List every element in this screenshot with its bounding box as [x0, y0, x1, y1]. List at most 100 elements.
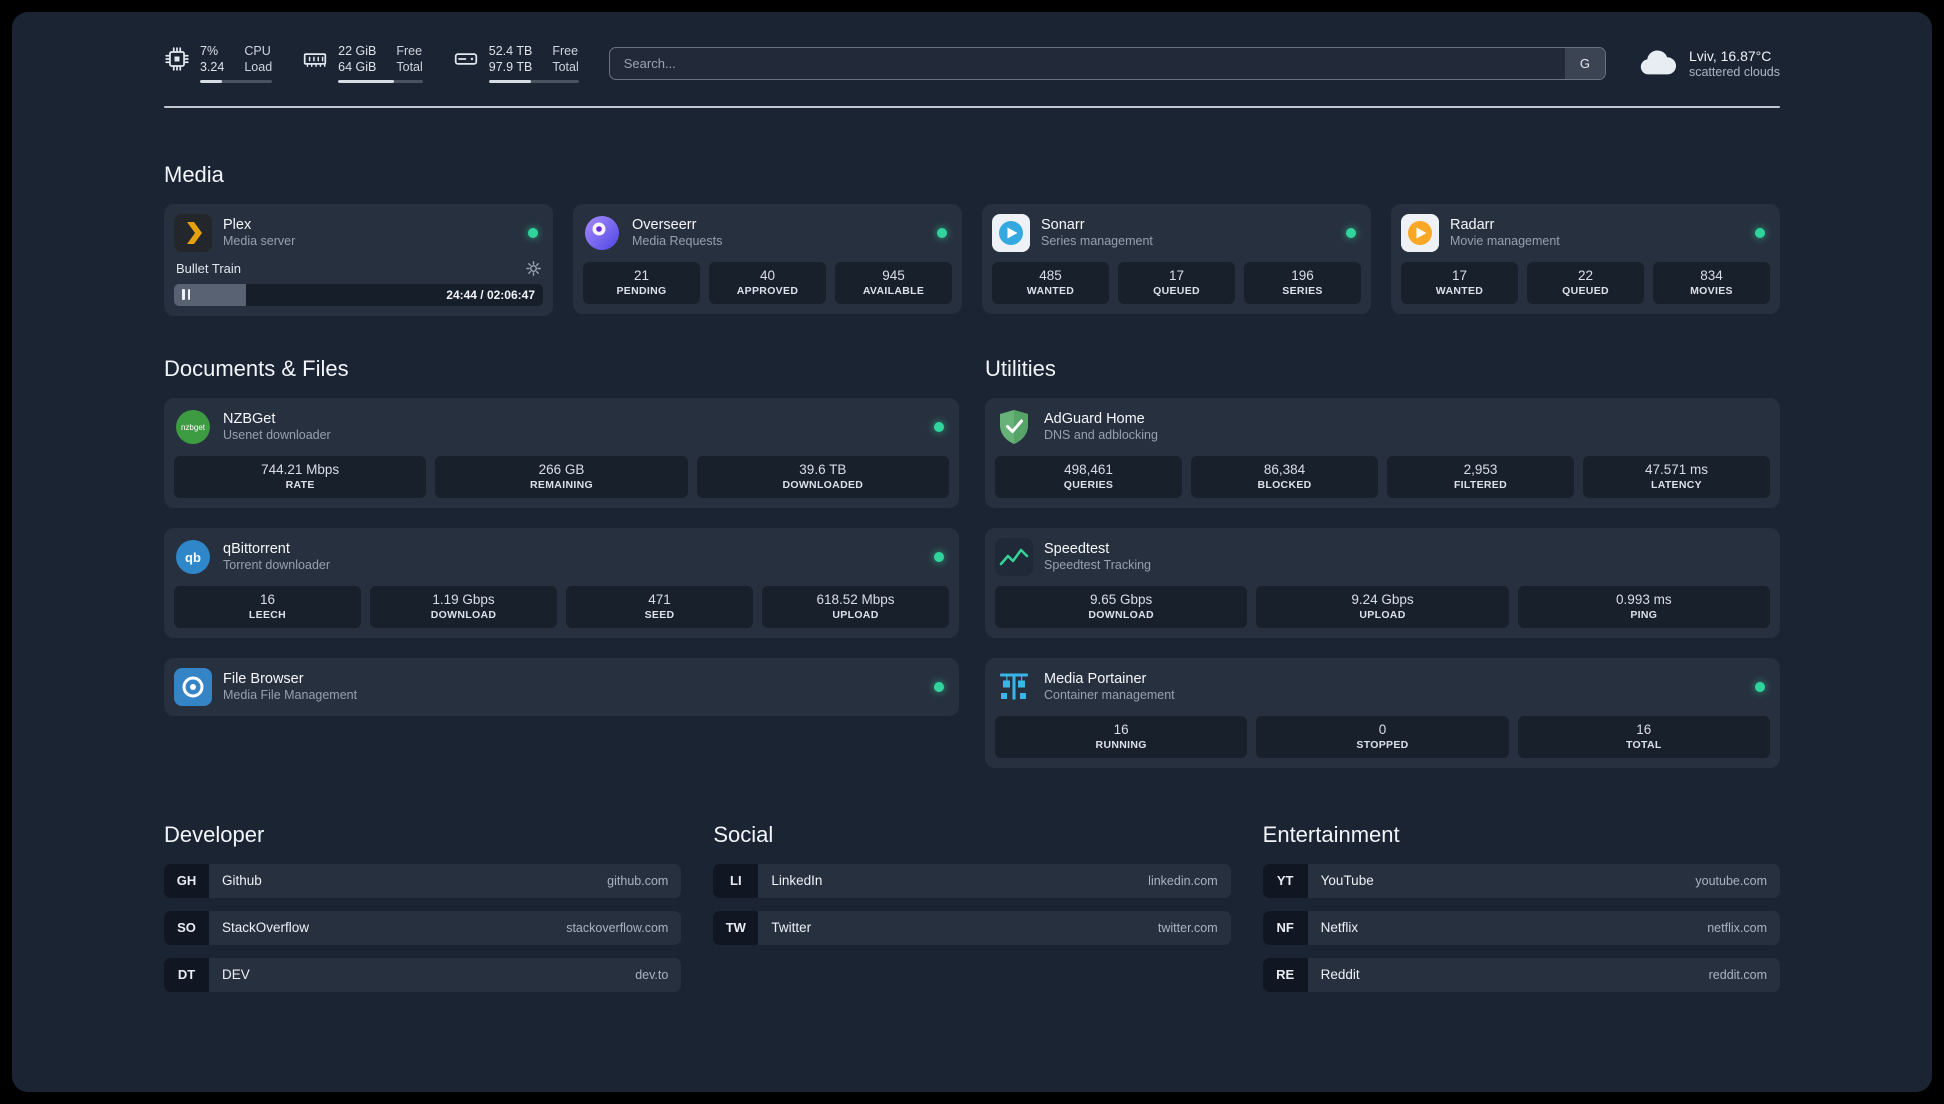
- service-card-sonarr[interactable]: Sonarr Series management 485 WANTED 17 Q…: [982, 203, 1371, 314]
- status-dot: [934, 421, 944, 432]
- stat-block: 945 AVAILABLE: [835, 261, 952, 304]
- bookmark-url: stackoverflow.com: [566, 920, 669, 935]
- player-time: 24:44 / 02:06:47: [446, 287, 535, 302]
- stats-row: 485 WANTED 17 QUEUED 196 SERIES: [992, 261, 1361, 304]
- service-card-qbittorrent[interactable]: qb qBittorrent Torrent downloader 16 LEE…: [164, 527, 959, 638]
- stat-block: 86,384 BLOCKED: [1191, 455, 1378, 498]
- service-name: Sonarr: [1041, 217, 1085, 233]
- memory-readout: 22 GiB 64 GiB Free Total: [338, 43, 423, 83]
- bookmark-url: netflix.com: [1707, 920, 1767, 935]
- service-card-overseerr[interactable]: Overseerr Media Requests 21 PENDING 40 A…: [573, 203, 962, 314]
- stats-row: 498,461 QUERIES 86,384 BLOCKED 2,953 FIL…: [995, 455, 1770, 498]
- card-header: Plex Media server: [174, 213, 543, 252]
- bookmark-list: YT YouTube youtube.com NF Netflix netfli…: [1262, 863, 1780, 992]
- bookmark-abbr: YT: [1262, 863, 1308, 898]
- service-name: File Browser: [223, 671, 304, 687]
- disk-total-label: Total: [552, 60, 579, 75]
- service-card-plex[interactable]: Plex Media server Bullet Train 24:44 / 0…: [164, 203, 553, 316]
- bookmark-abbr: SO: [164, 910, 209, 945]
- stat-block: 266 GB REMAINING: [435, 455, 688, 498]
- weather-widget[interactable]: Lviv, 16.87°C scattered clouds: [1636, 42, 1780, 84]
- cpu-progress-fill: [200, 79, 222, 83]
- stat-block: 17 WANTED: [1401, 261, 1518, 304]
- cpu-readout: 7% 3.24 CPU Load: [200, 43, 273, 83]
- stat-block: 196 SERIES: [1244, 261, 1361, 304]
- bookmark-url: twitter.com: [1157, 920, 1218, 935]
- social-section-title: Social: [713, 821, 774, 847]
- bookmark-github[interactable]: GH Github github.com: [164, 863, 682, 898]
- bookmark-youtube[interactable]: YT YouTube youtube.com: [1262, 863, 1780, 898]
- search-input[interactable]: [608, 46, 1606, 80]
- documents-stack: nzbget NZBGet Usenet downloader 744.21 M…: [164, 397, 959, 716]
- bookmark-stackoverflow[interactable]: SO StackOverflow stackoverflow.com: [164, 910, 682, 945]
- now-playing-title: Bullet Train: [176, 260, 242, 276]
- stat-block: 40 APPROVED: [709, 261, 826, 304]
- now-playing-row: Bullet Train: [176, 261, 541, 276]
- service-card-portainer[interactable]: Media Portainer Container management 16 …: [985, 657, 1780, 768]
- disk-progress-fill: [488, 79, 532, 83]
- card-titles: Radarr Movie management: [1450, 217, 1560, 248]
- memory-progress-fill: [338, 79, 394, 83]
- memory-free-label: Free: [396, 44, 423, 58]
- service-card-radarr[interactable]: Radarr Movie management 17 WANTED 22 QUE…: [1391, 203, 1780, 314]
- memory-widget: 22 GiB 64 GiB Free Total: [302, 43, 423, 83]
- service-description: Media File Management: [223, 688, 358, 702]
- disk-progressbar: [488, 79, 579, 83]
- stat-block: 9.65 Gbps DOWNLOAD: [995, 585, 1248, 628]
- disk-free-value: 52.4 TB: [488, 44, 533, 58]
- search-provider-button[interactable]: G: [1564, 47, 1605, 79]
- section-utilities: Utilities AdGuard Home DNS and adblockin…: [985, 356, 1780, 768]
- stats-row: 744.21 Mbps RATE 266 GB REMAINING 39.6 T…: [174, 455, 949, 498]
- developer-section-title: Developer: [164, 821, 265, 847]
- stat-block: 17 QUEUED: [1118, 261, 1235, 304]
- bookmark-linkedin[interactable]: LI LinkedIn linkedin.com: [713, 863, 1231, 898]
- screen-frame: 7% 3.24 CPU Load 22 GiB 64 GiB Free Tota…: [0, 0, 1944, 1104]
- disk-free-label: Free: [552, 44, 579, 58]
- bookmark-abbr: NF: [1262, 910, 1308, 945]
- stat-block: 498,461 QUERIES: [995, 455, 1182, 498]
- status-dot: [1755, 227, 1765, 238]
- stats-row: 17 WANTED 22 QUEUED 834 MOVIES: [1401, 261, 1770, 304]
- service-card-nzbget[interactable]: nzbget NZBGet Usenet downloader 744.21 M…: [164, 397, 959, 508]
- utilities-section-title: Utilities: [985, 355, 1056, 381]
- bookmark-dev[interactable]: DT DEV dev.to: [164, 957, 682, 992]
- gear-icon[interactable]: [526, 260, 541, 276]
- service-card-speedtest[interactable]: Speedtest Speedtest Tracking 9.65 Gbps D…: [985, 527, 1780, 638]
- service-name: Plex: [223, 217, 252, 233]
- service-description: Torrent downloader: [223, 558, 331, 572]
- service-card-adguard[interactable]: AdGuard Home DNS and adblocking 498,461 …: [985, 397, 1780, 508]
- pause-icon[interactable]: [182, 289, 190, 300]
- media-grid: Plex Media server Bullet Train 24:44 / 0…: [164, 203, 1780, 316]
- radarr-icon: [1401, 213, 1439, 252]
- cpu-progressbar: [200, 79, 273, 83]
- bookmark-name: Reddit: [1320, 967, 1360, 982]
- bookmark-name: YouTube: [1320, 873, 1374, 888]
- bookmark-netflix[interactable]: NF Netflix netflix.com: [1262, 910, 1780, 945]
- stat-block: 21 PENDING: [583, 261, 700, 304]
- bookmark-list: LI LinkedIn linkedin.com TW Twitter twit…: [713, 863, 1231, 945]
- resource-widgets: 7% 3.24 CPU Load 22 GiB 64 GiB Free Tota…: [164, 43, 579, 83]
- card-titles: Media Portainer Container management: [1044, 671, 1175, 702]
- status-dot: [937, 227, 947, 238]
- disk-icon: [453, 46, 479, 72]
- stat-block: 16 LEECH: [174, 585, 361, 628]
- bookmark-url: dev.to: [635, 967, 669, 982]
- stat-block: 471 SEED: [566, 585, 753, 628]
- service-description: Container management: [1044, 688, 1175, 702]
- stat-block: 39.6 TB DOWNLOADED: [696, 455, 949, 498]
- status-dot: [528, 227, 538, 238]
- service-name: Overseerr: [632, 217, 697, 233]
- bookmark-name: Github: [222, 873, 262, 888]
- card-header: Radarr Movie management: [1401, 213, 1770, 252]
- player-progressbar[interactable]: 24:44 / 02:06:47: [174, 283, 543, 306]
- bookmark-reddit[interactable]: RE Reddit reddit.com: [1262, 957, 1780, 992]
- stat-block: 16 RUNNING: [995, 715, 1248, 758]
- cpu-icon: [164, 46, 190, 72]
- card-titles: Sonarr Series management: [1041, 217, 1153, 248]
- disk-widget: 52.4 TB 97.9 TB Free Total: [453, 43, 579, 83]
- card-titles: Plex Media server: [223, 217, 295, 248]
- bookmark-twitter[interactable]: TW Twitter twitter.com: [713, 910, 1231, 945]
- cpu-label: CPU: [244, 44, 271, 58]
- service-description: Media Requests: [632, 234, 723, 248]
- service-card-filebrowser[interactable]: File Browser Media File Management: [164, 657, 959, 716]
